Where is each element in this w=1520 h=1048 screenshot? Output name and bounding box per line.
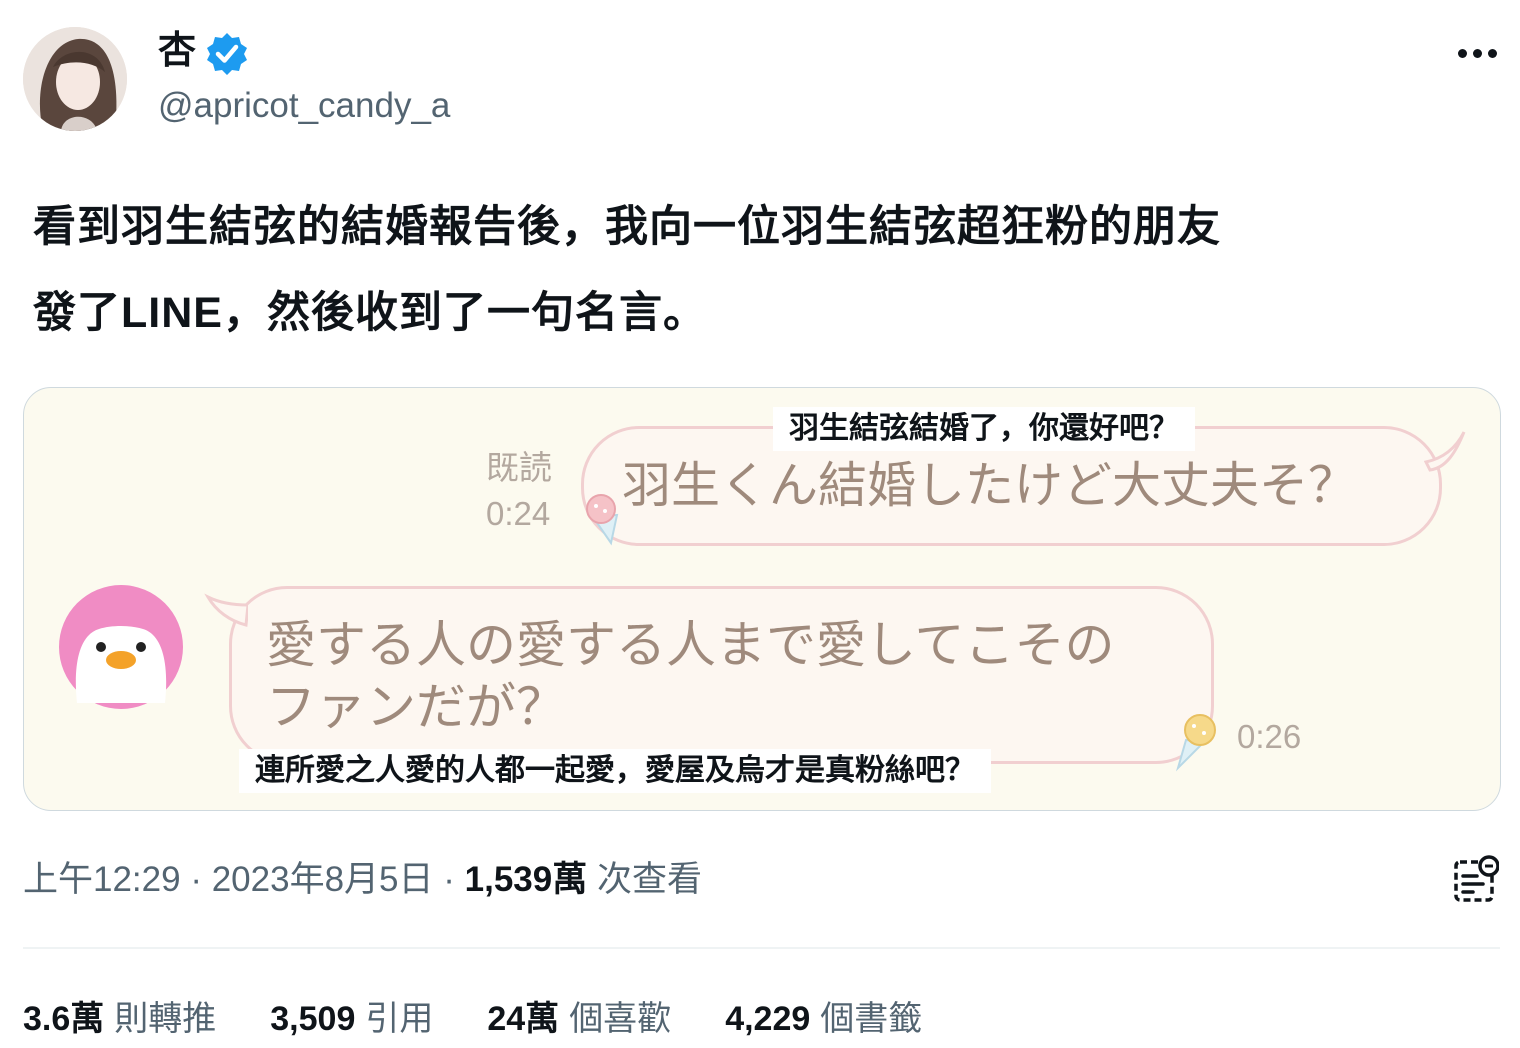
penguin-avatar-icon: [59, 585, 183, 709]
views-label: 次查看: [596, 860, 702, 899]
retweets-stat[interactable]: 3.6萬 則轉推: [23, 995, 216, 1043]
tweet-text-line-1: 看到羽生結弦的結婚報告後，我向一位羽生結弦超狂粉的朋友: [33, 203, 1221, 251]
separator: ·: [443, 860, 455, 899]
divider: [23, 947, 1500, 949]
author-display-name[interactable]: 杏: [158, 28, 196, 74]
outgoing-translation-caption: 羽生結弦結婚了，你還好吧？: [773, 407, 1195, 451]
likes-label: 個喜歡: [569, 1000, 672, 1038]
outgoing-message-text: 羽生くん結婚したけど大丈夫そ？: [622, 459, 1358, 513]
retweets-count: 3.6萬: [23, 1000, 105, 1038]
bubble-tail: [204, 593, 248, 627]
incoming-message-line-2: ファンだが？: [266, 679, 566, 735]
likes-count: 24萬: [487, 1000, 560, 1038]
tweet-date[interactable]: 2023年8月5日: [212, 860, 434, 899]
tweet-text-line-2: 發了LINE，然後收到了一句名言。: [33, 289, 707, 337]
tweet-meta-row: 上午12:29 · 2023年8月5日 · 1,539萬 次查看: [23, 856, 702, 904]
view-analytics-icon[interactable]: [1453, 855, 1500, 903]
bookmarks-label: 個書籤: [820, 1000, 923, 1038]
tweet-time[interactable]: 上午12:29: [23, 860, 181, 899]
bookmarks-count: 4,229: [725, 1000, 811, 1038]
author-handle[interactable]: @apricot_candy_a: [158, 84, 450, 128]
verified-badge-icon: [205, 31, 249, 75]
quotes-stat[interactable]: 3,509 引用: [270, 995, 433, 1043]
incoming-message-line-1: 愛する人の愛する人まで愛してこその: [266, 617, 1115, 673]
ice-cream-sticker-icon: [586, 494, 619, 546]
incoming-message-text: 愛する人の愛する人まで愛してこその ファンだが？: [266, 614, 1196, 738]
likes-stat[interactable]: 24萬 個喜歡: [487, 995, 671, 1043]
tweet-media-image[interactable]: 羽生くん結婚したけど大丈夫そ？ 既読 0:24 羽生結弦結婚了，你還好吧？ 愛す…: [23, 387, 1501, 811]
quotes-count: 3,509: [270, 1000, 356, 1038]
incoming-translation-caption: 連所愛之人愛的人都一起愛，愛屋及烏才是真粉絲吧？: [239, 749, 991, 793]
separator: ·: [190, 860, 202, 899]
outgoing-time: 0:24: [486, 495, 551, 532]
author-avatar[interactable]: [23, 27, 127, 131]
engagement-stats: 3.6萬 則轉推 3,509 引用 24萬 個喜歡 4,229 個書籤: [23, 995, 976, 1043]
retweets-label: 則轉推: [114, 1000, 217, 1038]
bookmarks-stat[interactable]: 4,229 個書籤: [725, 995, 922, 1043]
quotes-label: 引用: [365, 1000, 434, 1038]
incoming-time: 0:26: [1237, 718, 1302, 755]
bubble-tail: [1424, 431, 1466, 472]
tweet-text: 看到羽生結弦的結婚報告後，我向一位羽生結弦超狂粉的朋友 發了LINE，然後收到了…: [33, 184, 1473, 356]
more-options-icon[interactable]: [1452, 35, 1504, 71]
views-count: 1,539萬: [464, 860, 588, 899]
read-receipt-label: 既読: [486, 449, 552, 486]
ice-cream-sticker-icon: [1175, 714, 1216, 772]
